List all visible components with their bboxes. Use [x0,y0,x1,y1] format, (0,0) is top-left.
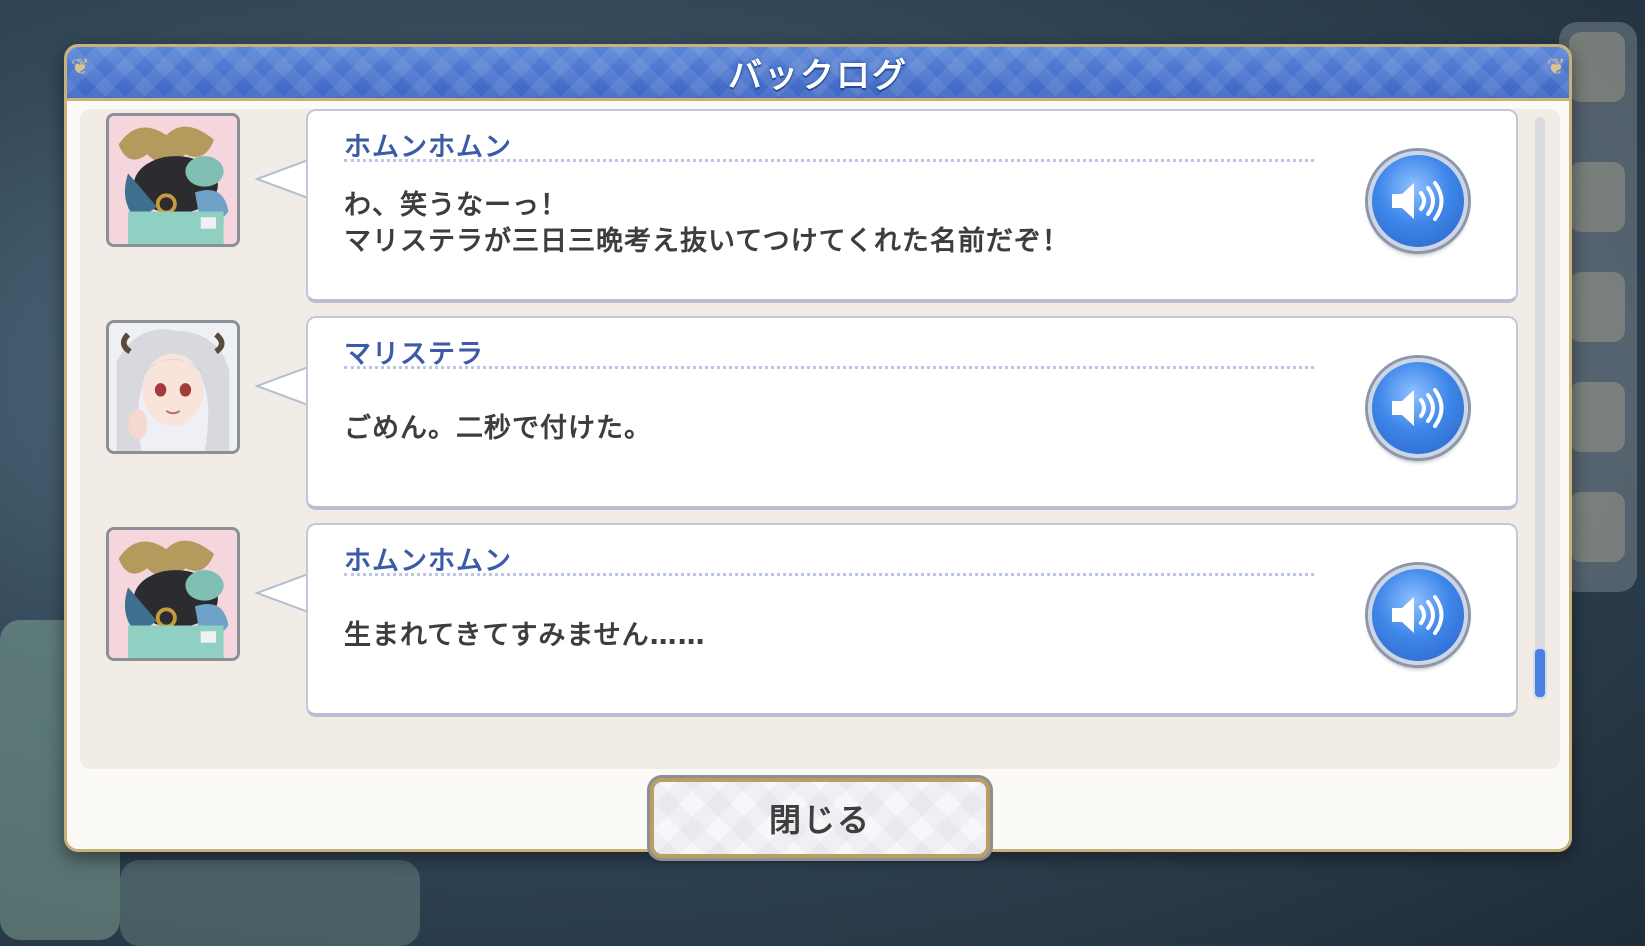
log-entry: マリステラ ごめん。二秒で付けた。 [80,316,1518,512]
dialogue-line: わ、笑うなーっ！ [344,190,568,221]
background-menu-slot [1569,382,1625,452]
header-corner-ornament-icon: ❦ [71,55,90,80]
speech-bubble: ホムンホムン 生まれてきてすみません…… [306,523,1518,717]
speech-bubble-tail-icon [255,157,311,201]
speech-bubble: マリステラ ごめん。二秒で付けた。 [306,316,1518,510]
beast-character-portrait-icon [106,527,240,661]
dialogue-line: 生まれてきてすみません…… [344,620,706,651]
speech-bubble-tail-icon [255,364,311,408]
backlog-dialog: ❦ バックログ ❦ ホムンホムン わ、笑うなーっ！ マリステラが三日三晩考え抜い… [64,44,1572,858]
background-figure-body [120,860,420,946]
speaker-volume-icon [1392,595,1444,635]
beast-character-portrait-icon [106,113,240,247]
speaker-volume-icon [1392,388,1444,428]
speaker-volume-icon [1392,181,1444,221]
voice-play-button[interactable] [1368,358,1468,458]
background-menu-slot [1569,272,1625,342]
background-menu-slot [1569,162,1625,232]
voice-play-button[interactable] [1368,151,1468,251]
name-divider [344,366,1314,369]
name-divider [344,159,1314,162]
dialogue-line: マリステラが三日三晩考え抜いてつけてくれた名前だぞ！ [344,226,1070,257]
voice-play-button[interactable] [1368,565,1468,665]
silver-haired-girl-portrait-icon [106,320,240,454]
speech-bubble-tail-icon [255,571,311,615]
scrollbar-thumb[interactable] [1533,647,1547,699]
log-entry: ホムンホムン 生まれてきてすみません…… [80,523,1518,719]
scrollbar-track[interactable] [1535,117,1545,697]
close-button[interactable]: 閉じる [650,778,990,858]
dialogue-line: ごめん。二秒で付けた。 [344,413,652,444]
dialog-title: バックログ [728,56,908,96]
dialog-header: ❦ バックログ ❦ [67,47,1569,101]
backlog-list[interactable]: ホムンホムン わ、笑うなーっ！ マリステラが三日三晩考え抜いてつけてくれた名前だ… [80,109,1560,769]
header-corner-ornament-icon: ❦ [1547,55,1566,80]
log-entry: ホムンホムン わ、笑うなーっ！ マリステラが三日三晩考え抜いてつけてくれた名前だ… [80,109,1518,305]
background-menu-slot [1569,492,1625,562]
name-divider [344,573,1314,576]
background-menu-slot [1569,32,1625,102]
speech-bubble: ホムンホムン わ、笑うなーっ！ マリステラが三日三晩考え抜いてつけてくれた名前だ… [306,109,1518,303]
